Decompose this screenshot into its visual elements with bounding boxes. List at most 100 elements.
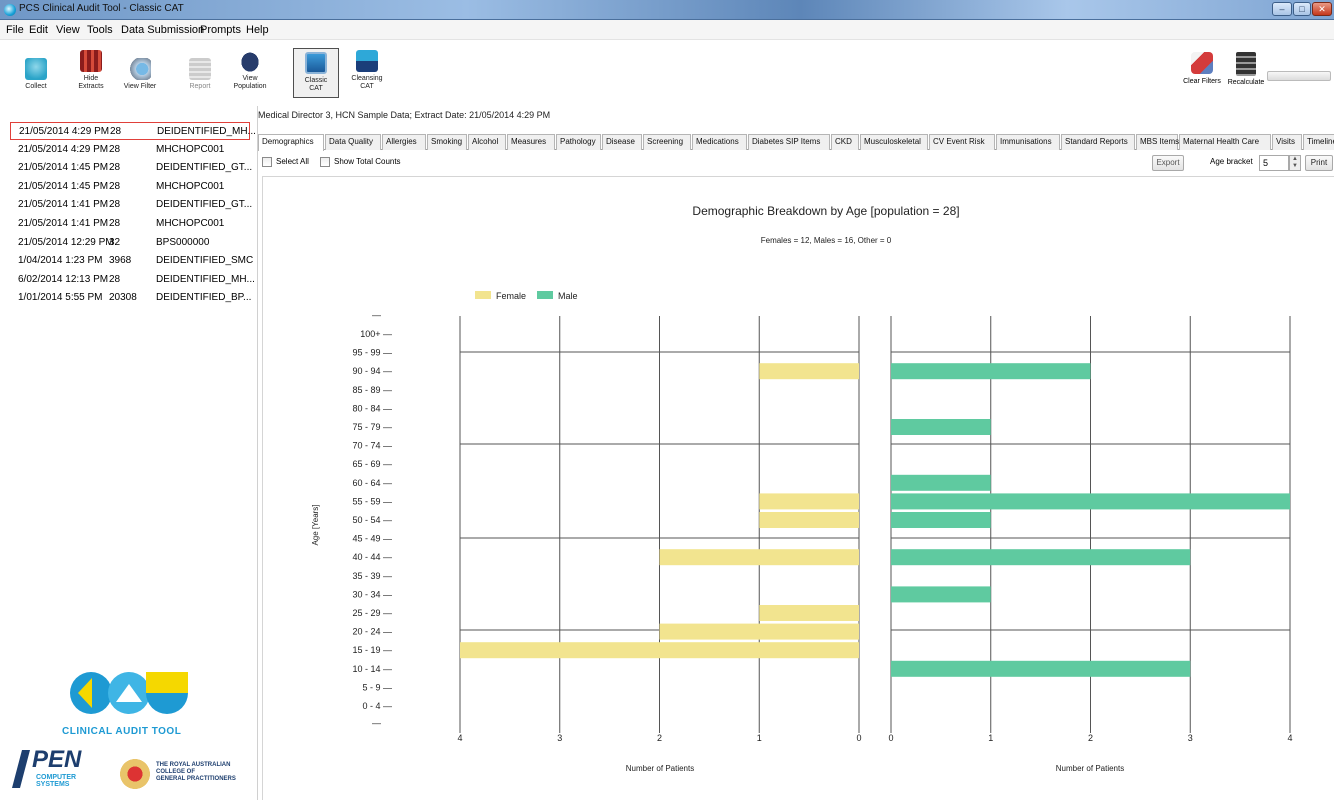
minimize-button[interactable]: – — [1272, 2, 1292, 16]
menu-file[interactable]: File — [6, 24, 24, 36]
clear-filters-button[interactable]: Clear Filters — [1180, 52, 1224, 86]
tab-demographics[interactable]: Demographics — [258, 134, 324, 151]
menu-bar: File Edit View Tools Data Submission Pro… — [0, 20, 1334, 40]
extract-name: MHCHOPC001 — [156, 143, 225, 155]
tab-visits[interactable]: Visits — [1272, 134, 1302, 150]
tab-smoking[interactable]: Smoking — [427, 134, 467, 150]
chart-subtitle: Females = 12, Males = 16, Other = 0 — [760, 236, 892, 245]
menu-prompts[interactable]: Prompts — [200, 24, 241, 36]
recalculate-button[interactable]: Recalculate — [1226, 52, 1266, 87]
title-bar: PCS Clinical Audit Tool - Classic CAT – … — [0, 0, 1334, 20]
tab-screening[interactable]: Screening — [643, 134, 691, 150]
tab-cv-event-risk[interactable]: CV Event Risk — [929, 134, 995, 150]
cat-logo-arrow-icon — [78, 678, 92, 708]
chart-controls: Select All Show Total Counts Export Age … — [258, 152, 1334, 172]
collect-icon — [25, 58, 47, 80]
tab-mbs-items[interactable]: MBS Items — [1136, 134, 1179, 150]
view-population-button[interactable]: View Population — [226, 50, 274, 91]
tab-ckd[interactable]: CKD — [831, 134, 859, 150]
extract-row[interactable]: 21/05/2014 4:29 PM 28 MHCHOPC001 — [10, 141, 250, 159]
extract-row[interactable]: 21/05/2014 1:45 PM 28 MHCHOPC001 — [10, 178, 250, 196]
extract-row[interactable]: 1/04/2014 1:23 PM 3968 DEIDENTIFIED_SMC — [10, 252, 253, 270]
pen-logo-text: PEN — [32, 746, 82, 773]
tab-disease[interactable]: Disease — [602, 134, 642, 150]
report-label: Report — [189, 83, 211, 90]
classic-cat-icon — [305, 52, 327, 74]
extract-name: MHCHOPC001 — [156, 218, 225, 229]
recalculate-label: Recalculate — [1227, 79, 1265, 86]
report-button[interactable]: Report — [176, 58, 224, 91]
menu-view[interactable]: View — [56, 24, 80, 36]
logos: CLINICAL AUDIT TOOL PEN COMPUTER SYSTEMS… — [0, 668, 258, 800]
maximize-button[interactable]: □ — [1293, 2, 1311, 16]
toolbar-progress-bar — [1267, 71, 1331, 81]
cat-logo-circle-right — [146, 672, 188, 714]
classic-cat-label: Classic CAT — [304, 77, 328, 92]
cat-logo-circle-blue — [70, 672, 112, 714]
menu-help[interactable]: Help — [246, 24, 269, 36]
age-bracket-spinner[interactable]: ▲ ▼ — [1289, 155, 1301, 171]
cat-logo-title: CLINICAL AUDIT TOOL — [62, 726, 182, 737]
select-all-checkbox[interactable] — [262, 157, 272, 167]
extract-name: DEIDENTIFIED_GT... — [156, 162, 253, 174]
tab-measures[interactable]: Measures — [507, 134, 555, 150]
extract-row[interactable]: 21/05/2014 4:29 PM 28 DEIDENTIFIED_MH... — [10, 122, 256, 140]
extract-date: 21/05/2014 1:45 PM — [18, 180, 109, 192]
view-population-label: View Population — [233, 75, 267, 90]
tab-maternal-health-care[interactable]: Maternal Health Care — [1179, 134, 1271, 150]
pen-slash-icon — [12, 750, 30, 788]
australia-map-icon — [239, 50, 261, 72]
hide-extracts-icon — [80, 50, 102, 72]
extract-date: 6/02/2014 12:13 PM — [18, 273, 109, 285]
chart-title: Demographic Breakdown by Age [population… — [692, 204, 960, 218]
view-filter-button[interactable]: View Filter — [116, 58, 164, 91]
show-total-counts-checkbox[interactable] — [320, 157, 330, 167]
extract-count: 28 — [110, 126, 122, 137]
tab-alcohol[interactable]: Alcohol — [468, 134, 506, 150]
extract-row[interactable]: 6/02/2014 12:13 PM 28 DEIDENTIFIED_MH... — [10, 271, 255, 289]
hide-extracts-button[interactable]: Hide Extracts — [67, 50, 115, 91]
clear-filters-label: Clear Filters — [1183, 78, 1221, 85]
tab-timeline[interactable]: Timeline — [1303, 134, 1334, 150]
report-icon — [189, 58, 211, 80]
tab-standard-reports[interactable]: Standard Reports — [1061, 134, 1135, 150]
cleansing-cat-button[interactable]: Cleansing CAT — [343, 50, 391, 91]
age-bracket-input[interactable]: 5 — [1259, 155, 1289, 171]
age-bracket-label: Age bracket — [1210, 157, 1253, 166]
eraser-icon — [1191, 52, 1213, 74]
close-button[interactable]: ✕ — [1312, 2, 1332, 16]
extract-date: 1/01/2014 5:55 PM — [18, 292, 103, 304]
collect-label: Collect — [25, 83, 47, 90]
racgp-crest-icon — [118, 756, 152, 792]
cleansing-cat-icon — [356, 50, 378, 72]
hide-extracts-label: Hide Extracts — [78, 75, 104, 90]
extract-count: 28 — [109, 180, 121, 192]
cat-logo-circle-middle — [108, 672, 150, 714]
cleansing-cat-label: Cleansing CAT — [351, 75, 383, 90]
cat-logo-chevron-icon — [116, 684, 142, 702]
extract-date: 1/04/2014 1:23 PM — [18, 255, 103, 267]
extract-count: 28 — [109, 143, 121, 155]
menu-tools[interactable]: Tools — [87, 24, 113, 36]
menu-data-submission[interactable]: Data Submission — [121, 24, 204, 36]
classic-cat-button[interactable]: Classic CAT — [293, 48, 339, 98]
extract-name: DEIDENTIFIED_MH... — [157, 126, 256, 137]
select-all-label: Select All — [276, 157, 309, 166]
tab-data-quality[interactable]: Data Quality — [325, 134, 381, 150]
extract-row[interactable]: 21/05/2014 1:45 PM 28 DEIDENTIFIED_GT... — [10, 159, 253, 177]
tab-medications[interactable]: Medications — [692, 134, 747, 150]
tab-musculoskeletal[interactable]: Musculoskeletal — [860, 134, 928, 150]
tab-immunisations[interactable]: Immunisations — [996, 134, 1060, 150]
tab-pathology[interactable]: Pathology — [556, 134, 601, 150]
export-button[interactable]: Export — [1152, 155, 1184, 171]
collect-button[interactable]: Collect — [12, 58, 60, 91]
tab-diabetes-sip-items[interactable]: Diabetes SIP Items — [748, 134, 830, 150]
menu-edit[interactable]: Edit — [29, 24, 48, 36]
racgp-logo-text: THE ROYAL AUSTRALIAN COLLEGE OF GENERAL … — [156, 762, 236, 782]
view-filter-icon — [129, 58, 151, 80]
tab-allergies[interactable]: Allergies — [382, 134, 426, 150]
print-button[interactable]: Print — [1305, 155, 1333, 171]
extract-row[interactable]: 1/01/2014 5:55 PM 20308 DEIDENTIFIED_BP... — [10, 289, 251, 307]
extract-count: 28 — [109, 162, 121, 174]
show-total-counts-label: Show Total Counts — [334, 157, 401, 166]
